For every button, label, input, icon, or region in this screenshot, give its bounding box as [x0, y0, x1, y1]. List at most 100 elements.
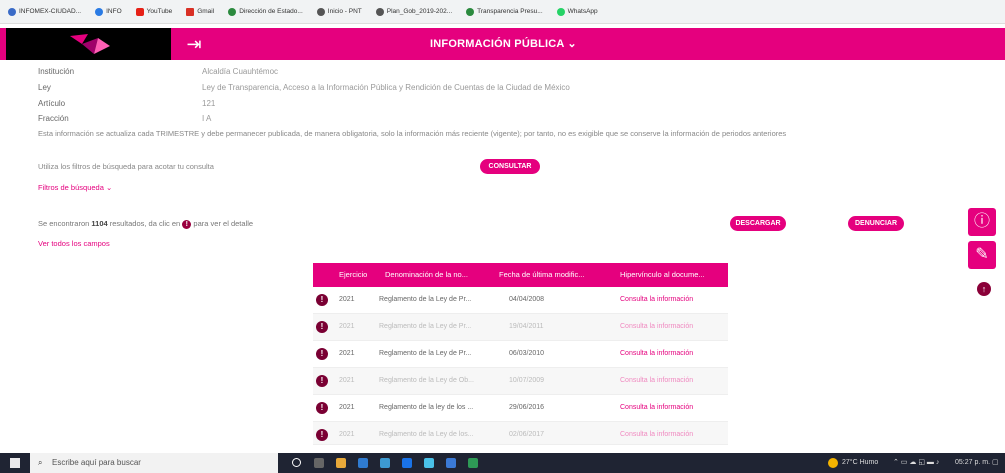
- bookmarks-bar: INFOMEX-CIUDAD... INFO YouTube Gmail Dir…: [0, 0, 1005, 24]
- cell-name: Reglamento de la Ley de los...: [379, 431, 474, 438]
- column-header[interactable]: Ejercicio: [339, 263, 367, 287]
- cell-year: 2021: [339, 350, 355, 357]
- table-row: ! 2021 Reglamento de la Ley de Pr... 06/…: [313, 341, 728, 368]
- bookmark-4[interactable]: Dirección de Estado...: [228, 7, 303, 16]
- cell-name: Reglamento de la Ley de Ob...: [379, 377, 474, 384]
- cell-year: 2021: [339, 377, 355, 384]
- row-detail-icon[interactable]: !: [316, 375, 328, 387]
- filter-hint: Utiliza los filtros de búsqueda para aco…: [38, 162, 214, 171]
- table-row: ! 2021 Reglamento de la ley de los ... 2…: [313, 395, 728, 422]
- logo[interactable]: [6, 28, 171, 60]
- row-detail-icon[interactable]: !: [316, 294, 328, 306]
- consult-button[interactable]: CONSULTAR: [480, 159, 540, 174]
- cell-name: Reglamento de la Ley de Pr...: [379, 350, 472, 357]
- table-row: ! 2021 Reglamento de la Ley de los... 02…: [313, 422, 728, 445]
- app-icon[interactable]: [424, 458, 434, 468]
- row-detail-icon[interactable]: !: [316, 429, 328, 441]
- info-icon: !: [182, 219, 192, 229]
- cell-link[interactable]: Consulta la información: [620, 314, 693, 340]
- download-button[interactable]: DESCARGAR: [730, 216, 786, 231]
- meta-label: Artículo: [38, 99, 66, 108]
- table-row: ! 2021 Reglamento de la Ley de Pr... 19/…: [313, 314, 728, 341]
- cell-link[interactable]: Consulta la información: [620, 341, 693, 367]
- row-detail-icon[interactable]: !: [316, 321, 328, 333]
- bookmark-2[interactable]: YouTube: [135, 7, 172, 16]
- meta-value: Ley de Transparencia, Acceso a la Inform…: [202, 83, 570, 92]
- bookmark-0[interactable]: INFOMEX-CIUDAD...: [8, 7, 81, 16]
- bookmark-5[interactable]: Inicio - PNT: [316, 7, 362, 16]
- cell-name: Reglamento de la ley de los ...: [379, 404, 474, 411]
- clock[interactable]: 05:27 p. m.: [955, 453, 990, 473]
- row-detail-icon[interactable]: !: [316, 402, 328, 414]
- row-detail-icon[interactable]: !: [316, 348, 328, 360]
- cortana-icon[interactable]: [292, 458, 301, 467]
- column-header[interactable]: Denominación de la no...: [385, 263, 468, 287]
- cell-year: 2021: [339, 323, 355, 330]
- cell-name: Reglamento de la Ley de Pr...: [379, 296, 472, 303]
- meta-value: 121: [202, 99, 216, 108]
- header-title-menu[interactable]: INFORMACIÓN PÚBLICA ⌄: [430, 28, 577, 60]
- cell-year: 2021: [339, 296, 355, 303]
- edge-icon[interactable]: [402, 458, 412, 468]
- chrome-icon[interactable]: [336, 458, 346, 468]
- meta-value: I A: [202, 114, 212, 123]
- results-count: 1104: [91, 219, 108, 228]
- column-header[interactable]: Fecha de última modific...: [499, 263, 584, 287]
- bookmark-icon: [228, 7, 237, 16]
- youtube-icon: [135, 7, 144, 16]
- system-tray-icons[interactable]: ⌃ ▭ ☁ ◱ ▬ ♪: [893, 453, 939, 473]
- store-icon[interactable]: [358, 458, 368, 468]
- results-summary: Se encontraron 1104 resultados, da clic …: [38, 219, 254, 229]
- meta-value: Alcaldía Cuauhtémoc: [202, 67, 279, 76]
- bookmark-6[interactable]: Plan_Gob_2019-202...: [375, 7, 452, 16]
- cell-link[interactable]: Consulta la información: [620, 395, 693, 421]
- task-view-icon[interactable]: [314, 458, 324, 468]
- scroll-top-icon[interactable]: ↑: [977, 282, 991, 296]
- cell-date: 02/06/2017: [509, 431, 545, 438]
- cell-date: 29/06/2016: [509, 404, 545, 411]
- cell-link[interactable]: Consulta la información: [620, 287, 693, 313]
- view-all-fields-link[interactable]: Ver todos los campos: [38, 239, 110, 248]
- meta-row-institution: Institución Alcaldía Cuauhtémoc: [38, 67, 958, 77]
- accessibility-icon[interactable]: ✎: [968, 241, 996, 269]
- search-filters-toggle[interactable]: Filtros de búsqueda ⌄: [38, 183, 112, 192]
- windows-start-icon[interactable]: [10, 458, 20, 468]
- cell-link[interactable]: Consulta la información: [620, 368, 693, 394]
- bookmark-3[interactable]: Gmail: [186, 7, 214, 16]
- cell-year: 2021: [339, 431, 355, 438]
- globe-icon: [375, 7, 384, 16]
- report-button[interactable]: DENUNCIAR: [848, 216, 904, 231]
- logo-icon: [70, 34, 110, 54]
- app-icon[interactable]: [380, 458, 390, 468]
- alert-icon[interactable]: ⓘ: [968, 208, 996, 236]
- bookmark-7[interactable]: Transparencia Presu...: [466, 7, 543, 16]
- app-icon[interactable]: [446, 458, 456, 468]
- weather-text[interactable]: 27°C Humo: [842, 453, 878, 473]
- cell-date: 10/07/2009: [509, 377, 545, 384]
- column-header[interactable]: Hipervínculo al docume...: [620, 263, 705, 287]
- exit-icon[interactable]: ⇥: [183, 33, 205, 55]
- bookmark-icon: [8, 7, 16, 16]
- table-row: ! 2021 Reglamento de la Ley de Ob... 10/…: [313, 368, 728, 395]
- search-placeholder: Escribe aquí para buscar: [52, 458, 141, 467]
- bookmark-icon: [95, 7, 104, 16]
- cell-year: 2021: [339, 404, 355, 411]
- table-header: Ejercicio Denominación de la no... Fecha…: [313, 263, 728, 287]
- taskbar-search[interactable]: ⌕ Escribe aquí para buscar: [30, 453, 278, 473]
- table-row: ! 2021 Reglamento de la Ley de Pr... 04/…: [313, 287, 728, 314]
- excel-icon[interactable]: [468, 458, 478, 468]
- bookmark-1[interactable]: INFO: [95, 7, 122, 16]
- notifications-icon[interactable]: ▢: [992, 453, 999, 473]
- meta-label: Ley: [38, 83, 51, 92]
- bookmark-8[interactable]: WhatsApp: [556, 7, 598, 16]
- meta-label: Fracción: [38, 114, 69, 123]
- cell-name: Reglamento de la Ley de Pr...: [379, 323, 472, 330]
- cell-date: 19/04/2011: [509, 323, 544, 330]
- update-notice: Esta información se actualiza cada TRIME…: [38, 129, 787, 138]
- bookmark-icon: [316, 7, 325, 16]
- weather-icon: [828, 458, 838, 468]
- windows-taskbar: ⌕ Escribe aquí para buscar 27°C Humo ⌃ ▭…: [0, 453, 1005, 473]
- meta-row-law: Ley Ley de Transparencia, Acceso a la In…: [38, 83, 958, 93]
- meta-row-fraction: Fracción I A: [38, 114, 958, 124]
- cell-link[interactable]: Consulta la información: [620, 422, 693, 448]
